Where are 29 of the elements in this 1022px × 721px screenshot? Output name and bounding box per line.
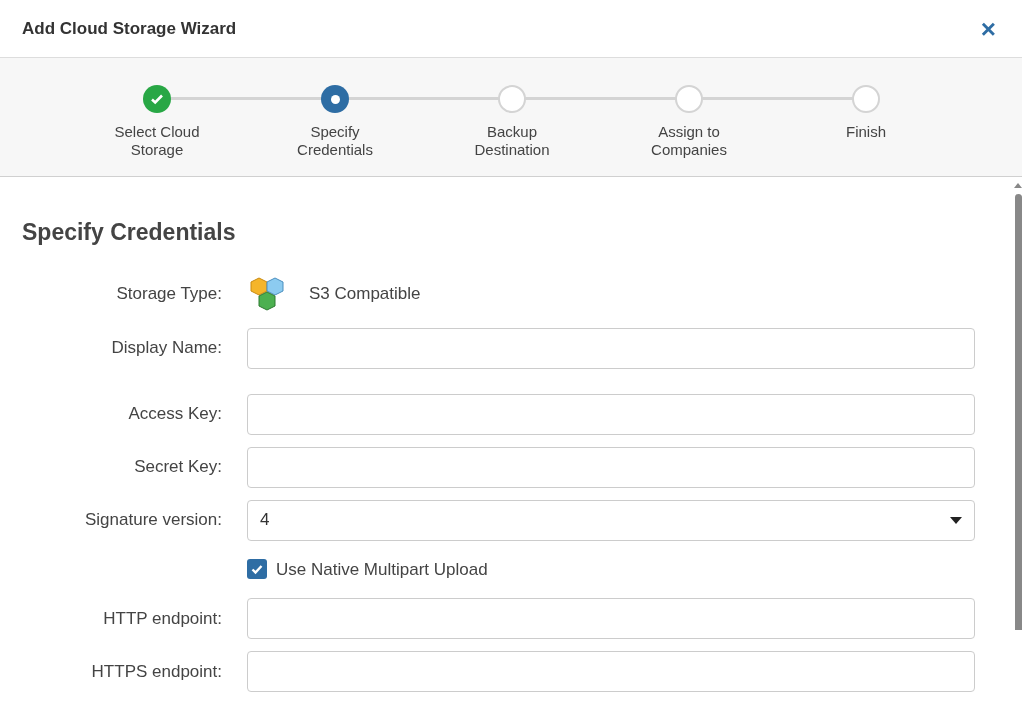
checkbox[interactable] — [247, 559, 267, 580]
step-label: Select Cloud Storage — [113, 123, 201, 159]
field-label: HTTP endpoint: — [102, 607, 223, 630]
step-label: Assign to Companies — [650, 123, 728, 159]
step-label: Specify Credentials — [296, 123, 374, 159]
input-field[interactable] — [247, 393, 975, 435]
window-title: Add Cloud Storage Wizard — [22, 17, 237, 40]
step-label: Finish — [845, 123, 887, 141]
input-field[interactable] — [247, 446, 975, 488]
caret-icon — [950, 516, 962, 524]
input-field[interactable] — [247, 598, 975, 639]
field-label: Display Name: — [110, 337, 223, 360]
signature-version-dropdown[interactable]: 4 — [247, 499, 975, 541]
field-label: Storage Type: — [115, 282, 223, 305]
storage-type-value: S3 Compatible — [309, 282, 421, 305]
field-label: HTTPS endpoint: — [90, 660, 223, 683]
field-label: Signature version: — [83, 509, 223, 532]
input-field[interactable] — [247, 327, 975, 369]
field-label: Access Key: — [127, 403, 223, 426]
checkbox-label: Use Native Multipart Upload — [276, 558, 488, 581]
step-label: Backup Destination — [473, 123, 551, 159]
input-field[interactable] — [247, 651, 975, 692]
check-icon — [143, 85, 171, 113]
close-button[interactable]: × — [980, 15, 996, 42]
check-icon — [250, 562, 264, 577]
scrollbar-drawing[interactable] — [1014, 183, 1022, 630]
section-heading: Specify Credentials — [22, 218, 237, 247]
field-label: Secret Key: — [133, 456, 223, 479]
current-step-icon — [321, 85, 349, 113]
